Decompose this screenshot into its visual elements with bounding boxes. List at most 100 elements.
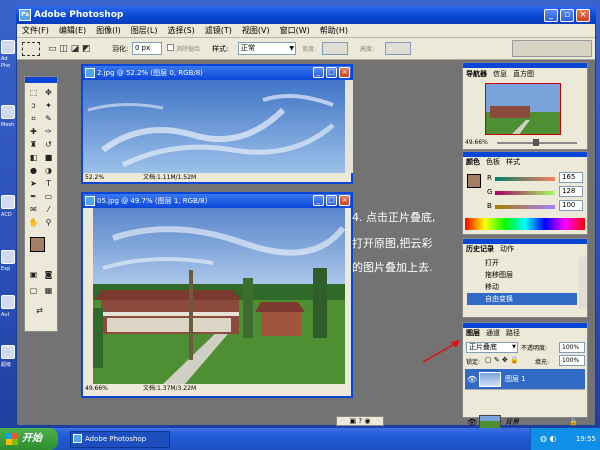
stamp-tool-icon[interactable]: ♜ [27, 139, 40, 151]
hand-tool-icon[interactable]: ✋ [27, 217, 40, 229]
marquee-tool-icon[interactable]: ⬚ [27, 87, 40, 99]
shape-tool-icon[interactable]: ▭ [42, 191, 55, 203]
sky-image[interactable] [83, 80, 345, 173]
foreground-color-swatch[interactable] [30, 237, 45, 252]
doc-close-button[interactable]: × [339, 67, 350, 78]
menu-edit[interactable]: 编辑(E) [54, 24, 91, 38]
menu-select[interactable]: 选择(S) [162, 24, 199, 38]
desktop-icon-6[interactable] [1, 345, 15, 359]
navigator-slider-thumb[interactable] [533, 139, 539, 146]
doc-minimize-button[interactable]: _ [313, 67, 324, 78]
history-item[interactable]: 打开 [467, 257, 577, 269]
tab-actions[interactable]: 动作 [497, 244, 517, 255]
style-select[interactable]: 正常 ▼ [238, 42, 296, 55]
doc-size-info[interactable]: 文档:1.37M/3.22M [143, 384, 196, 393]
eye-icon[interactable]: 👁 [467, 369, 477, 390]
history-scrollbar[interactable] [579, 257, 587, 309]
minimize-button[interactable]: _ [544, 9, 558, 22]
healing-brush-icon[interactable]: ✚ [27, 126, 40, 138]
height-input[interactable] [385, 42, 411, 55]
doc-zoom-level[interactable]: 49.66% [85, 384, 108, 393]
eyedropper-icon[interactable]: ⁄ [42, 204, 55, 216]
history-item[interactable]: 移动 [467, 281, 577, 293]
tab-info[interactable]: 信息 [490, 69, 510, 80]
taskbar-app-button[interactable]: Adobe Photoshop [70, 431, 170, 448]
tab-channels[interactable]: 通道 [483, 328, 503, 339]
toolbox-grip[interactable] [25, 77, 57, 83]
desktop-icon-1[interactable] [1, 40, 15, 54]
menu-file[interactable]: 文件(F) [17, 24, 54, 38]
b-input[interactable]: 100 [559, 200, 583, 211]
menu-help[interactable]: 帮助(H) [315, 24, 353, 38]
tab-navigator[interactable]: 导航器 [463, 69, 490, 80]
g-slider[interactable] [495, 191, 555, 195]
slice-tool-icon[interactable]: ✎ [42, 113, 55, 125]
eraser-tool-icon[interactable]: ◧ [27, 152, 40, 164]
path-select-icon[interactable]: ➤ [27, 178, 40, 190]
doc-minimize-button[interactable]: _ [313, 195, 324, 206]
tab-paths[interactable]: 路径 [503, 328, 523, 339]
b-slider[interactable] [495, 205, 555, 209]
document-titlebar[interactable]: 05.jpg @ 49.7% (图层 1, RGB/8) [83, 194, 351, 208]
lasso-tool-icon[interactable]: ↄ [27, 100, 40, 112]
menu-layer[interactable]: 图层(L) [126, 24, 163, 38]
doc-maximize-button[interactable]: □ [326, 195, 337, 206]
desktop-icon-3[interactable] [1, 195, 15, 209]
restore-button[interactable]: ▫ [560, 9, 574, 22]
layer-row-selected[interactable]: 👁 图层 1 [465, 369, 585, 390]
tab-color[interactable]: 颜色 [463, 157, 483, 168]
history-brush-icon[interactable]: ↺ [42, 139, 55, 151]
house-image[interactable] [93, 208, 345, 384]
brush-tool-icon[interactable]: ✑ [42, 126, 55, 138]
palette-well[interactable] [512, 40, 592, 57]
width-input[interactable] [322, 42, 348, 55]
fullscreen-mode-icon[interactable]: ▦ [42, 285, 55, 297]
notes-tool-icon[interactable]: ✉ [27, 204, 40, 216]
color-foreground-swatch[interactable] [467, 174, 481, 188]
history-item[interactable]: 拖移图层 [467, 269, 577, 281]
feather-input[interactable]: 0 px [132, 42, 162, 55]
tab-histogram[interactable]: 直方图 [510, 69, 537, 80]
menu-image[interactable]: 图像(I) [91, 24, 126, 38]
tray-icons[interactable]: ◍ ◐ [540, 434, 557, 443]
crop-tool-icon[interactable]: ⌗ [27, 113, 40, 125]
imageready-icon[interactable]: ⇄ [33, 305, 46, 317]
dodge-tool-icon[interactable]: ◑ [42, 165, 55, 177]
tab-swatches[interactable]: 色板 [483, 157, 503, 168]
color-spectrum-ramp[interactable] [465, 218, 585, 230]
history-item-selected[interactable]: 自由变换 [467, 293, 577, 305]
selection-mode-icons[interactable]: ▭ ◫ ◪ ◩ [48, 42, 108, 56]
fill-input[interactable]: 100% [559, 355, 585, 366]
r-slider[interactable] [495, 177, 555, 181]
doc-maximize-button[interactable]: □ [326, 67, 337, 78]
zoom-tool-icon[interactable]: ⚲ [42, 217, 55, 229]
desktop-icon-2[interactable] [1, 105, 15, 119]
menu-view[interactable]: 视图(V) [237, 24, 275, 38]
screen-mode-icon[interactable]: ▢ [27, 285, 40, 297]
document-titlebar[interactable]: 2.jpg @ 52.2% (图层 0, RGB/8) [83, 66, 351, 80]
doc-zoom-level[interactable]: 52.2% [85, 173, 104, 182]
menu-window[interactable]: 窗口(W) [275, 24, 315, 38]
menu-filter[interactable]: 滤镜(T) [200, 24, 237, 38]
tab-styles[interactable]: 样式 [503, 157, 523, 168]
workspace-status-icons[interactable]: ▣ ? ◉ [336, 416, 384, 426]
doc-close-button[interactable]: × [339, 195, 350, 206]
tab-history[interactable]: 历史记录 [463, 244, 497, 255]
marquee-tool-icon[interactable] [22, 42, 40, 56]
navigator-thumbnail[interactable] [485, 83, 561, 135]
opacity-input[interactable]: 100% [559, 342, 585, 353]
doc-size-info[interactable]: 文档:1.11M/1.52M [143, 173, 196, 182]
type-tool-icon[interactable]: T [42, 178, 55, 190]
quickmask-mode-icon[interactable]: ◙ [42, 269, 55, 281]
clock[interactable]: 19:55 [576, 435, 596, 443]
pen-tool-icon[interactable]: ✒ [27, 191, 40, 203]
magic-wand-icon[interactable]: ✦ [42, 100, 55, 112]
doc-vertical-scrollbar[interactable] [345, 80, 353, 173]
blend-mode-select[interactable]: 正片叠底 ▼ [466, 342, 518, 353]
r-input[interactable]: 165 [559, 172, 583, 183]
standard-mode-icon[interactable]: ▣ [27, 269, 40, 281]
close-button[interactable]: × [576, 9, 590, 22]
g-input[interactable]: 128 [559, 186, 583, 197]
gradient-tool-icon[interactable]: ■ [42, 152, 55, 164]
lock-icons[interactable]: ▢ ✎ ✥ 🔒 [485, 356, 519, 364]
